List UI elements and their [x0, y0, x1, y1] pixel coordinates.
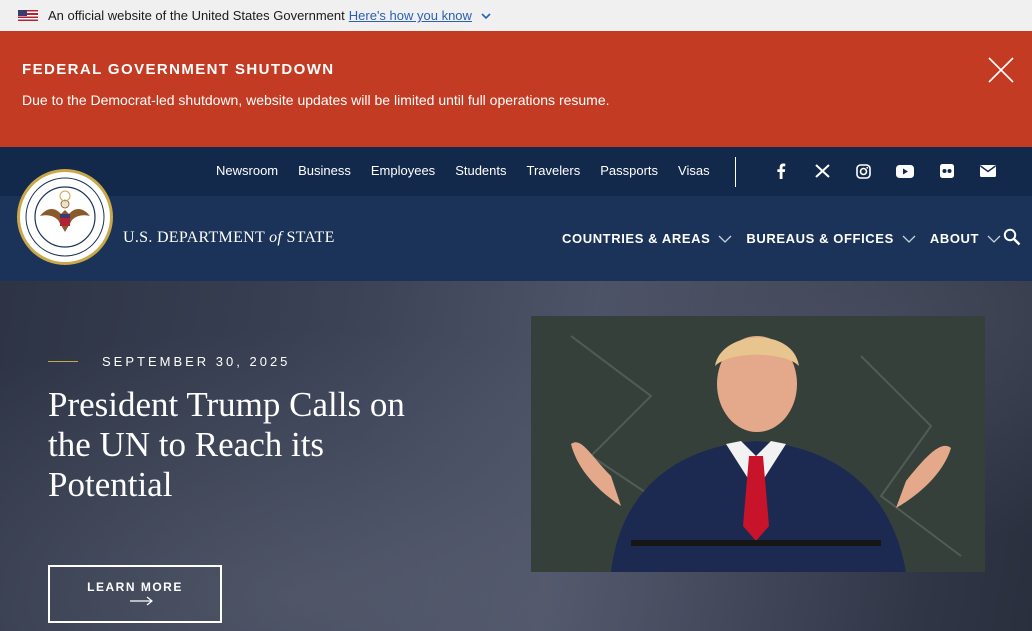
hero-headline[interactable]: President Trump Calls on the UN to Reach…	[48, 385, 428, 505]
social-links	[760, 161, 1009, 181]
arrow-right-icon	[130, 596, 153, 606]
youtube-icon[interactable]	[885, 161, 927, 181]
hero-photo[interactable]	[531, 316, 985, 572]
site-brand-wordmark[interactable]: U.S. DEPARTMENT of STATE	[123, 229, 335, 247]
instagram-icon[interactable]	[843, 161, 885, 181]
nav-about[interactable]: ABOUT	[930, 231, 1001, 246]
brand-of: of	[269, 229, 283, 246]
nav-label: COUNTRIES & AREAS	[562, 231, 711, 246]
utility-nav: Newsroom Business Employees Students Tra…	[216, 163, 710, 178]
x-icon[interactable]	[802, 161, 844, 181]
close-icon[interactable]	[986, 55, 1016, 85]
gov-banner-text: An official website of the United States…	[48, 8, 345, 23]
email-icon[interactable]	[968, 161, 1010, 181]
util-link-travelers[interactable]: Travelers	[527, 163, 581, 178]
utility-divider	[735, 157, 736, 187]
brand-part2: STATE	[282, 229, 335, 246]
hero-date: SEPTEMBER 30, 2025	[102, 354, 291, 369]
util-link-newsroom[interactable]: Newsroom	[216, 163, 278, 178]
heres-how-you-know-link[interactable]: Here's how you know	[349, 8, 472, 23]
util-link-employees[interactable]: Employees	[371, 163, 435, 178]
chevron-down-icon	[902, 235, 916, 243]
util-link-passports[interactable]: Passports	[600, 163, 658, 178]
flickr-icon[interactable]	[926, 161, 968, 181]
us-flag-icon	[18, 10, 38, 21]
nav-bureaus-offices[interactable]: BUREAUS & OFFICES	[746, 231, 916, 246]
nav-countries-areas[interactable]: COUNTRIES & AREAS	[562, 231, 732, 246]
official-gov-banner: An official website of the United States…	[0, 0, 1032, 31]
util-link-business[interactable]: Business	[298, 163, 351, 178]
nav-label: BUREAUS & OFFICES	[746, 231, 894, 246]
site-header: Newsroom Business Employees Students Tra…	[0, 147, 1032, 281]
chevron-down-icon	[718, 235, 732, 243]
alert-title: FEDERAL GOVERNMENT SHUTDOWN	[22, 61, 335, 78]
shutdown-alert: FEDERAL GOVERNMENT SHUTDOWN Due to the D…	[0, 31, 1032, 147]
learn-more-button[interactable]: LEARN MORE	[48, 565, 222, 623]
facebook-icon[interactable]	[760, 161, 802, 181]
learn-more-label: LEARN MORE	[87, 580, 183, 594]
state-department-seal-logo[interactable]	[17, 169, 113, 265]
gold-rule	[48, 361, 78, 362]
search-icon[interactable]	[1003, 228, 1021, 246]
alert-body: Due to the Democrat-led shutdown, websit…	[22, 92, 610, 108]
hero-banner: SEPTEMBER 30, 2025 President Trump Calls…	[0, 281, 1032, 631]
hero-date-row: SEPTEMBER 30, 2025	[48, 354, 290, 369]
utility-bar: Newsroom Business Employees Students Tra…	[0, 147, 1032, 196]
util-link-students[interactable]: Students	[455, 163, 506, 178]
main-nav: COUNTRIES & AREAS BUREAUS & OFFICES ABOU…	[562, 231, 1015, 246]
brand-part1: U.S. DEPARTMENT	[123, 229, 270, 246]
util-link-visas[interactable]: Visas	[678, 163, 710, 178]
chevron-down-icon[interactable]	[480, 10, 492, 22]
chevron-down-icon	[987, 235, 1001, 243]
nav-label: ABOUT	[929, 231, 980, 246]
